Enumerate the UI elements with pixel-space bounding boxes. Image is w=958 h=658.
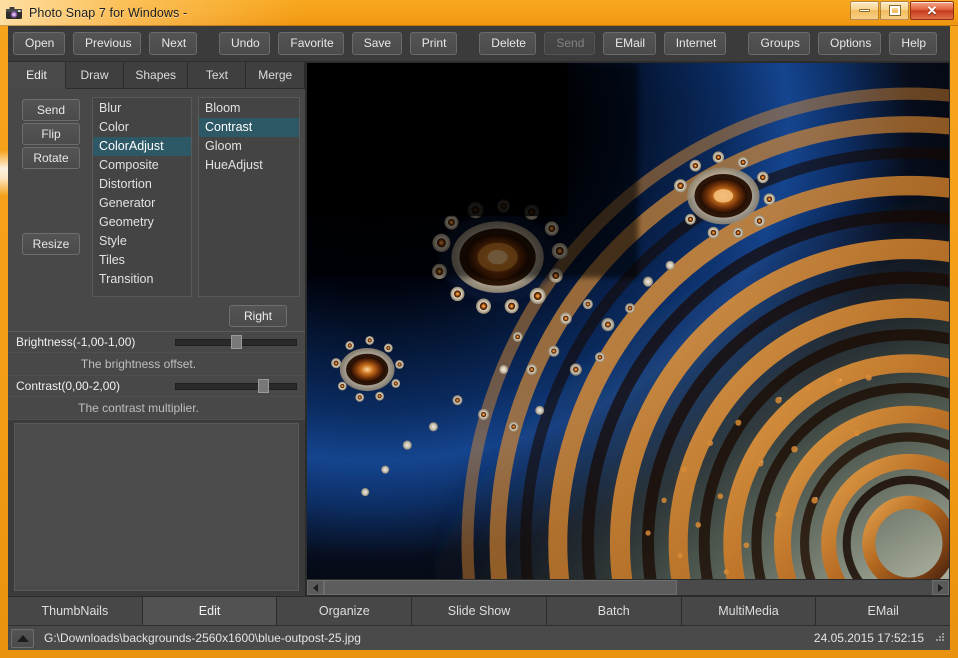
toolbar-button-send: Send	[544, 32, 596, 55]
main-toolbar: Open Previous Next Undo Favorite Save Print Del…	[8, 26, 950, 62]
category-item-tiles[interactable]: Tiles	[93, 251, 191, 270]
tab-draw[interactable]: Draw	[66, 62, 124, 89]
scrollbar-thumb[interactable]	[324, 580, 677, 595]
collapse-button[interactable]	[11, 628, 34, 648]
toolbar-button-previous[interactable]: Previous	[72, 32, 142, 55]
bottom-tab-batch[interactable]: Batch	[546, 597, 682, 625]
category-item-transition[interactable]: Transition	[93, 270, 191, 289]
slider-label: Brightness(-1,00-1,00)	[16, 335, 136, 349]
resize-button[interactable]: Resize	[22, 233, 80, 255]
right-button[interactable]: Right	[229, 305, 287, 327]
timestamp-label: 24.05.2015 17:52:15	[813, 631, 924, 645]
slider-track[interactable]	[175, 382, 297, 390]
status-bar: G:\Downloads\backgrounds-2560x1600\blue-…	[8, 625, 950, 650]
edit-tab-bar: Edit Draw Shapes Text Merge	[8, 62, 305, 89]
bottom-tab-email[interactable]: EMail	[816, 597, 951, 625]
scroll-left-button[interactable]	[307, 580, 324, 595]
apply-button-row: Right	[8, 301, 305, 331]
toolbar-button-delete[interactable]: Delete	[479, 32, 537, 55]
camera-icon	[5, 5, 23, 21]
slider-thumb[interactable]	[257, 378, 269, 393]
category-item-blur[interactable]: Blur	[93, 99, 191, 118]
maximize-button[interactable]	[880, 1, 909, 20]
tab-text[interactable]: Text	[188, 62, 247, 89]
toolbar-button-groups[interactable]: Groups	[748, 32, 810, 55]
category-item-distortion[interactable]: Distortion	[93, 175, 191, 194]
slider-row: Brightness(-1,00-1,00)	[8, 332, 305, 353]
application-window: Photo Snap 7 for Windows - ✕ Open Previou…	[0, 0, 958, 658]
client-area: Open Previous Next Undo Favorite Save Print Del…	[8, 26, 951, 650]
window-frame-glow	[0, 150, 8, 196]
slider-row: Contrast(0,00-2,00)	[8, 376, 305, 397]
effect-name-list[interactable]: Bloom Contrast Gloom HueAdjust	[198, 97, 300, 297]
effect-item-bloom[interactable]: Bloom	[199, 99, 299, 118]
slider-description: The brightness offset.	[8, 353, 305, 376]
toolbar-button-undo[interactable]: Undo	[219, 32, 271, 55]
category-item-composite[interactable]: Composite	[93, 156, 191, 175]
main-split: Edit Draw Shapes Text Merge Send Flip Rotate…	[8, 62, 950, 596]
scroll-right-icon	[938, 583, 943, 592]
category-item-style[interactable]: Style	[93, 232, 191, 251]
file-path-label: G:\Downloads\backgrounds-2560x1600\blue-…	[44, 631, 361, 645]
horizontal-scrollbar[interactable]	[306, 579, 950, 596]
chevron-up-icon	[16, 634, 29, 642]
rotate-button[interactable]: Rotate	[22, 147, 80, 169]
fractal-image	[307, 63, 949, 579]
scroll-right-button[interactable]	[932, 580, 949, 595]
effect-category-list[interactable]: Blur Color ColorAdjust Composite Distortion G…	[92, 97, 192, 297]
title-bar: Photo Snap 7 for Windows - ✕	[0, 0, 958, 26]
window-title: Photo Snap 7 for Windows -	[29, 6, 188, 20]
scroll-left-icon	[313, 583, 318, 592]
send-button[interactable]: Send	[22, 99, 80, 121]
category-item-color[interactable]: Color	[93, 118, 191, 137]
minimize-button[interactable]	[850, 1, 879, 20]
toolbar-button-options[interactable]: Options	[818, 32, 882, 55]
slider-control[interactable]	[175, 376, 297, 397]
bottom-tab-thumbnails[interactable]: ThumbNails	[8, 597, 143, 625]
slider-label: Contrast(0,00-2,00)	[16, 379, 121, 393]
scrollbar-trough[interactable]	[324, 580, 932, 595]
left-panel-filler	[14, 423, 299, 591]
bottom-tab-slide-show[interactable]: Slide Show	[412, 597, 547, 625]
tab-shapes[interactable]: Shapes	[124, 62, 189, 89]
category-item-generator[interactable]: Generator	[93, 194, 191, 213]
resize-grip-icon[interactable]	[932, 631, 946, 645]
slider-control[interactable]	[175, 332, 297, 353]
left-panel: Edit Draw Shapes Text Merge Send Flip Rotate…	[8, 62, 306, 596]
toolbar-button-email[interactable]: EMail	[603, 32, 656, 55]
close-button[interactable]: ✕	[910, 1, 954, 20]
toolbar-button-favorite[interactable]: Favorite	[278, 32, 344, 55]
toolbar-button-next[interactable]: Next	[149, 32, 198, 55]
bottom-tab-bar: ThumbNails Edit Organize Slide Show Batch Mul…	[8, 596, 951, 625]
transform-button-group: Send Flip Rotate Resize	[14, 97, 86, 297]
slider-description: The contrast multiplier.	[8, 397, 305, 420]
image-canvas[interactable]	[306, 62, 950, 579]
restore-icon	[888, 5, 901, 16]
image-viewer	[306, 62, 950, 596]
close-icon: ✕	[926, 3, 938, 18]
effect-item-gloom[interactable]: Gloom	[199, 137, 299, 156]
toolbar-button-open[interactable]: Open	[13, 32, 65, 55]
category-item-coloradjust[interactable]: ColorAdjust	[93, 137, 191, 156]
effect-item-hueadjust[interactable]: HueAdjust	[199, 156, 299, 175]
bottom-tab-organize[interactable]: Organize	[277, 597, 413, 625]
slider-thumb[interactable]	[231, 334, 242, 349]
toolbar-button-internet[interactable]: Internet	[663, 32, 727, 55]
tab-edit[interactable]: Edit	[8, 62, 66, 89]
toolbar-button-save[interactable]: Save	[351, 32, 402, 55]
toolbar-button-help[interactable]: Help	[889, 32, 937, 55]
effect-item-contrast[interactable]: Contrast	[199, 118, 299, 137]
flip-button[interactable]: Flip	[22, 123, 80, 145]
window-controls: ✕	[850, 1, 954, 20]
toolbar-button-print[interactable]: Print	[409, 32, 458, 55]
bottom-tab-multimedia[interactable]: MultiMedia	[681, 597, 817, 625]
effect-panel: Send Flip Rotate Resize Blur Color ColorAd…	[8, 89, 305, 301]
minimize-icon	[859, 9, 870, 12]
category-item-geometry[interactable]: Geometry	[93, 213, 191, 232]
tab-merge[interactable]: Merge	[246, 62, 305, 89]
bottom-tab-edit[interactable]: Edit	[142, 597, 278, 625]
parameter-sliders: Brightness(-1,00-1,00) The brightness off…	[8, 331, 305, 420]
